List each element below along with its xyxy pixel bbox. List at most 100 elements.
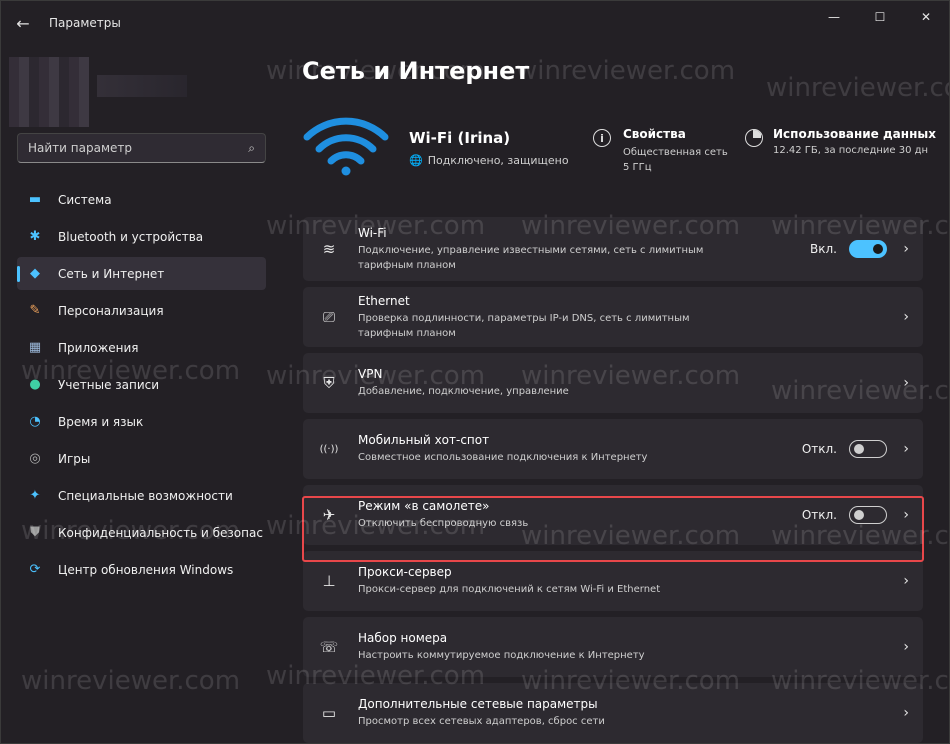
search-icon[interactable]: ⌕ — [248, 141, 255, 156]
sidebar-item-label: Персонализация — [58, 303, 164, 318]
data-usage-title: Использование данных — [773, 127, 936, 141]
monitor-network-icon: ▭ — [321, 704, 337, 722]
bluetooth-icon: ✱ — [29, 229, 41, 244]
connection-status: 🌐 Подключено, защищено — [409, 154, 569, 167]
card-dialup[interactable]: ☏ Набор номера Настроить коммутируемое под… — [303, 617, 923, 677]
card-hotspot[interactable]: ((·)) Мобильный хот-спот Совместное исполь… — [303, 419, 923, 479]
network-icon: ◆ — [30, 266, 40, 281]
title-bar: ← Параметры — ☐ ✕ — [1, 1, 949, 45]
card-airplane[interactable]: ✈ Режим «в самолете» Отключить беспроводну… — [303, 485, 923, 545]
connection-name: Wi-Fi (Irina) — [409, 129, 511, 147]
data-usage-link[interactable]: Использование данных 12.42 ГБ, за послед… — [745, 127, 949, 156]
card-proxy[interactable]: ⊥ Прокси-сервер Прокси-сервер для подключе… — [303, 551, 923, 611]
chevron-right-icon[interactable]: › — [903, 639, 909, 655]
toggle-state-label: Откл. — [801, 508, 837, 522]
ethernet-icon: ⎚ — [322, 308, 335, 326]
properties-sub: Общественная сеть 5 ГГц — [623, 147, 728, 173]
main-content: Сеть и Интернет Wi-Fi (Irina) 🌐 Подключе… — [301, 45, 949, 743]
window-controls: — ☐ ✕ — [811, 1, 949, 33]
sidebar-item-label: Центр обновления Windows — [58, 562, 234, 577]
card-wifi[interactable]: ≋ Wi-Fi Подключение, управление известными… — [303, 217, 923, 281]
sidebar-item-3[interactable]: ✎ Персонализация — [17, 294, 266, 327]
chevron-right-icon[interactable]: › — [903, 309, 909, 325]
gamepad-icon: ◎ — [29, 451, 41, 466]
chevron-right-icon[interactable]: › — [903, 705, 909, 721]
card-ethernet[interactable]: ⎚ Ethernet Проверка подлинности, параметры… — [303, 287, 923, 347]
properties-link[interactable]: i Свойства Общественная сеть 5 ГГц — [593, 127, 733, 175]
search-input[interactable]: Найти параметр ⌕ — [17, 133, 266, 163]
sidebar-item-label: Приложения — [58, 340, 139, 355]
properties-title: Свойства — [623, 127, 686, 141]
sidebar-item-label: Время и язык — [58, 414, 144, 429]
card-advanced[interactable]: ▭ Дополнительные сетевые параметры Просмот… — [303, 683, 923, 743]
close-button[interactable]: ✕ — [903, 1, 949, 33]
card-title: Набор номера — [358, 631, 448, 645]
sidebar-item-label: Конфиденциальность и безопас — [58, 525, 263, 540]
proxy-icon: ⊥ — [322, 572, 336, 590]
sidebar-item-1[interactable]: ✱ Bluetooth и устройства — [17, 220, 266, 253]
search-placeholder: Найти параметр — [28, 141, 132, 155]
wifi-signal-icon — [303, 117, 389, 176]
card-subtitle: Подключение, управление известными сетям… — [358, 244, 704, 271]
card-title: Мобильный хот-спот — [358, 433, 490, 447]
card-subtitle: Добавление, подключение, управление — [358, 386, 569, 397]
sidebar-item-4[interactable]: ▦ Приложения — [17, 331, 266, 364]
back-button[interactable]: ← — [3, 1, 43, 45]
toggle-state-label: Откл. — [801, 442, 837, 456]
globe-icon: 🌐 — [409, 154, 423, 167]
wifi-toggle[interactable] — [849, 240, 887, 258]
sidebar-item-5[interactable]: ● Учетные записи — [17, 368, 266, 401]
sidebar-item-10[interactable]: ⟳ Центр обновления Windows — [17, 553, 266, 586]
airplane-icon: ✈ — [322, 506, 336, 524]
airplane-toggle[interactable] — [849, 506, 887, 524]
info-icon: i — [593, 129, 611, 147]
sidebar-item-0[interactable]: ▬ Система — [17, 183, 266, 216]
profile-name-blurred — [97, 75, 187, 97]
brush-icon: ✎ — [29, 303, 41, 318]
avatar[interactable] — [9, 57, 89, 127]
app-title: Параметры — [49, 16, 121, 30]
sidebar-item-label: Система — [58, 192, 112, 207]
toggle-knob — [854, 444, 864, 454]
dialup-icon: ☏ — [319, 638, 339, 656]
hotspot-toggle[interactable] — [849, 440, 887, 458]
card-subtitle: Просмотр всех сетевых адаптеров, сброс с… — [358, 716, 605, 727]
sidebar: Найти параметр ⌕ ▬ Система ✱ Bluetooth и ус… — [1, 45, 281, 743]
card-subtitle: Настроить коммутируемое подключение к Ин… — [358, 650, 645, 661]
sidebar-item-label: Сеть и Интернет — [58, 266, 165, 281]
maximize-button[interactable]: ☐ — [857, 1, 903, 33]
chevron-right-icon[interactable]: › — [903, 507, 909, 523]
sidebar-item-7[interactable]: ◎ Игры — [17, 442, 266, 475]
card-subtitle: Отключить беспроводную связь — [358, 518, 529, 529]
sidebar-item-9[interactable]: ⛊ Конфиденциальность и безопас — [17, 516, 266, 549]
system-icon: ▬ — [28, 192, 42, 207]
sidebar-item-label: Специальные возможности — [58, 488, 233, 503]
card-subtitle: Прокси-сервер для подключений к сетям Wi… — [358, 584, 661, 595]
pie-chart-icon — [745, 129, 763, 147]
wifi-icon: ≋ — [322, 240, 336, 258]
card-title: Режим «в самолете» — [358, 499, 490, 513]
sidebar-item-8[interactable]: ✦ Специальные возможности — [17, 479, 266, 512]
accessibility-icon: ✦ — [29, 488, 41, 503]
card-vpn[interactable]: ⛨ VPN Добавление, подключение, управление › — [303, 353, 923, 413]
sidebar-item-2[interactable]: ◆ Сеть и Интернет — [17, 257, 266, 290]
sidebar-item-6[interactable]: ◔ Время и язык — [17, 405, 266, 438]
sidebar-item-label: Bluetooth и устройства — [58, 229, 204, 244]
settings-cards: ≋ Wi-Fi Подключение, управление известными… — [303, 217, 923, 743]
card-title: Wi-Fi — [358, 225, 387, 240]
chevron-right-icon[interactable]: › — [903, 441, 909, 457]
sidebar-nav: ▬ Система ✱ Bluetooth и устройства ◆ Сеть и И… — [17, 183, 266, 590]
sidebar-item-label: Игры — [58, 451, 91, 466]
toggle-state-label: Вкл. — [810, 242, 837, 256]
account-icon: ● — [29, 377, 41, 392]
chevron-right-icon[interactable]: › — [903, 241, 909, 257]
vpn-shield-icon: ⛨ — [323, 374, 335, 392]
shield-icon: ⛊ — [30, 525, 40, 540]
chevron-right-icon[interactable]: › — [903, 375, 909, 391]
chevron-right-icon[interactable]: › — [903, 573, 909, 589]
settings-window: ← Параметры — ☐ ✕ Найти параметр ⌕ ▬ Сист… — [0, 0, 950, 744]
toggle-knob — [873, 244, 883, 254]
minimize-button[interactable]: — — [811, 1, 857, 33]
card-title: Прокси-сервер — [358, 565, 452, 579]
card-subtitle: Проверка подлинности, параметры IP-и DNS… — [358, 312, 690, 339]
